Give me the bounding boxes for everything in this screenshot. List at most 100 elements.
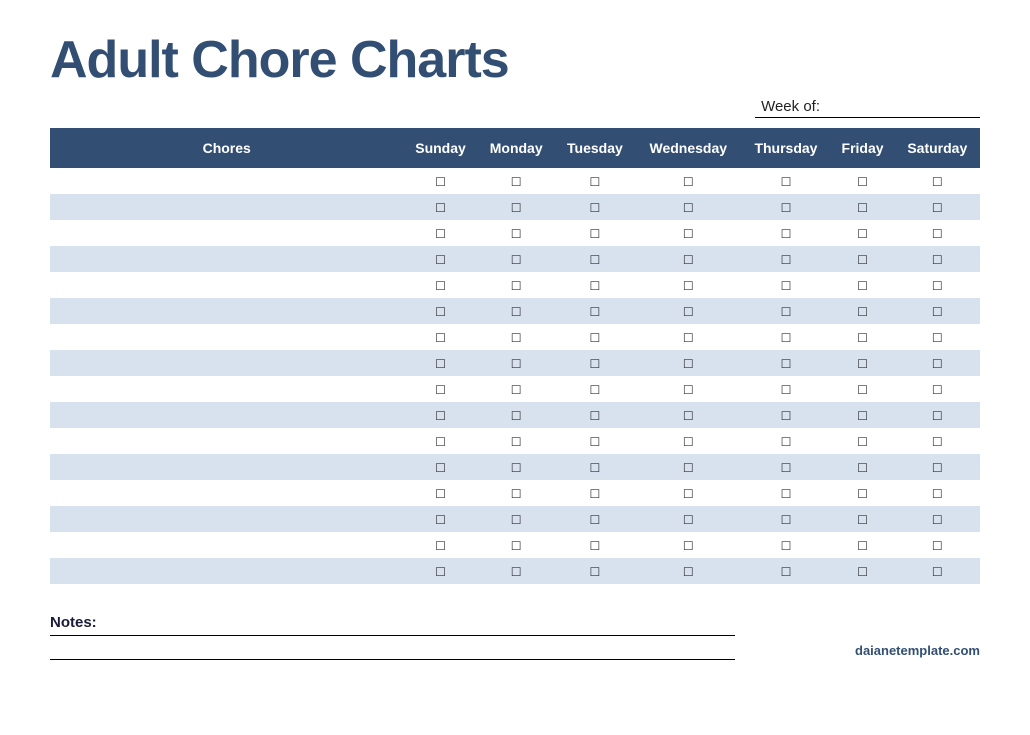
- checkbox-cell[interactable]: ☐: [741, 376, 830, 402]
- checkbox-cell[interactable]: ☐: [895, 506, 980, 532]
- checkbox-cell[interactable]: ☐: [635, 220, 741, 246]
- checkbox-cell[interactable]: ☐: [635, 350, 741, 376]
- checkbox-cell[interactable]: ☐: [635, 428, 741, 454]
- checkbox-cell[interactable]: ☐: [895, 324, 980, 350]
- checkbox-cell[interactable]: ☐: [741, 558, 830, 584]
- checkbox-cell[interactable]: ☐: [741, 272, 830, 298]
- checkbox-cell[interactable]: ☐: [478, 402, 555, 428]
- checkbox-cell[interactable]: ☐: [741, 428, 830, 454]
- checkbox-cell[interactable]: ☐: [403, 272, 477, 298]
- checkbox-cell[interactable]: ☐: [830, 324, 894, 350]
- checkbox-cell[interactable]: ☐: [741, 402, 830, 428]
- checkbox-cell[interactable]: ☐: [830, 506, 894, 532]
- chore-name-cell[interactable]: [50, 246, 403, 272]
- checkbox-cell[interactable]: ☐: [403, 376, 477, 402]
- checkbox-cell[interactable]: ☐: [895, 480, 980, 506]
- checkbox-cell[interactable]: ☐: [635, 168, 741, 194]
- checkbox-cell[interactable]: ☐: [478, 376, 555, 402]
- checkbox-cell[interactable]: ☐: [635, 272, 741, 298]
- checkbox-cell[interactable]: ☐: [478, 220, 555, 246]
- checkbox-cell[interactable]: ☐: [830, 246, 894, 272]
- checkbox-cell[interactable]: ☐: [478, 480, 555, 506]
- checkbox-cell[interactable]: ☐: [403, 454, 477, 480]
- checkbox-cell[interactable]: ☐: [478, 454, 555, 480]
- checkbox-cell[interactable]: ☐: [403, 506, 477, 532]
- checkbox-cell[interactable]: ☐: [403, 350, 477, 376]
- checkbox-cell[interactable]: ☐: [555, 428, 635, 454]
- checkbox-cell[interactable]: ☐: [895, 428, 980, 454]
- checkbox-cell[interactable]: ☐: [403, 324, 477, 350]
- checkbox-cell[interactable]: ☐: [635, 532, 741, 558]
- chore-name-cell[interactable]: [50, 402, 403, 428]
- checkbox-cell[interactable]: ☐: [895, 350, 980, 376]
- checkbox-cell[interactable]: ☐: [555, 558, 635, 584]
- checkbox-cell[interactable]: ☐: [741, 220, 830, 246]
- checkbox-cell[interactable]: ☐: [555, 402, 635, 428]
- notes-line[interactable]: [50, 636, 735, 660]
- checkbox-cell[interactable]: ☐: [478, 506, 555, 532]
- checkbox-cell[interactable]: ☐: [635, 298, 741, 324]
- checkbox-cell[interactable]: ☐: [830, 480, 894, 506]
- checkbox-cell[interactable]: ☐: [741, 298, 830, 324]
- checkbox-cell[interactable]: ☐: [895, 246, 980, 272]
- checkbox-cell[interactable]: ☐: [403, 480, 477, 506]
- checkbox-cell[interactable]: ☐: [403, 428, 477, 454]
- chore-name-cell[interactable]: [50, 506, 403, 532]
- checkbox-cell[interactable]: ☐: [830, 558, 894, 584]
- checkbox-cell[interactable]: ☐: [830, 532, 894, 558]
- chore-name-cell[interactable]: [50, 480, 403, 506]
- chore-name-cell[interactable]: [50, 350, 403, 376]
- checkbox-cell[interactable]: ☐: [741, 454, 830, 480]
- checkbox-cell[interactable]: ☐: [478, 558, 555, 584]
- checkbox-cell[interactable]: ☐: [478, 350, 555, 376]
- checkbox-cell[interactable]: ☐: [555, 194, 635, 220]
- chore-name-cell[interactable]: [50, 272, 403, 298]
- checkbox-cell[interactable]: ☐: [635, 402, 741, 428]
- checkbox-cell[interactable]: ☐: [555, 350, 635, 376]
- checkbox-cell[interactable]: ☐: [403, 558, 477, 584]
- checkbox-cell[interactable]: ☐: [555, 480, 635, 506]
- chore-name-cell[interactable]: [50, 532, 403, 558]
- checkbox-cell[interactable]: ☐: [403, 168, 477, 194]
- checkbox-cell[interactable]: ☐: [635, 376, 741, 402]
- checkbox-cell[interactable]: ☐: [635, 558, 741, 584]
- checkbox-cell[interactable]: ☐: [830, 220, 894, 246]
- chore-name-cell[interactable]: [50, 298, 403, 324]
- checkbox-cell[interactable]: ☐: [741, 194, 830, 220]
- checkbox-cell[interactable]: ☐: [895, 272, 980, 298]
- checkbox-cell[interactable]: ☐: [741, 532, 830, 558]
- checkbox-cell[interactable]: ☐: [830, 376, 894, 402]
- chore-name-cell[interactable]: [50, 428, 403, 454]
- checkbox-cell[interactable]: ☐: [403, 402, 477, 428]
- checkbox-cell[interactable]: ☐: [478, 532, 555, 558]
- checkbox-cell[interactable]: ☐: [830, 168, 894, 194]
- checkbox-cell[interactable]: ☐: [830, 454, 894, 480]
- checkbox-cell[interactable]: ☐: [478, 168, 555, 194]
- checkbox-cell[interactable]: ☐: [635, 480, 741, 506]
- checkbox-cell[interactable]: ☐: [895, 376, 980, 402]
- checkbox-cell[interactable]: ☐: [830, 298, 894, 324]
- checkbox-cell[interactable]: ☐: [403, 532, 477, 558]
- checkbox-cell[interactable]: ☐: [403, 298, 477, 324]
- checkbox-cell[interactable]: ☐: [741, 506, 830, 532]
- checkbox-cell[interactable]: ☐: [741, 168, 830, 194]
- checkbox-cell[interactable]: ☐: [635, 246, 741, 272]
- checkbox-cell[interactable]: ☐: [403, 194, 477, 220]
- checkbox-cell[interactable]: ☐: [555, 324, 635, 350]
- checkbox-cell[interactable]: ☐: [741, 350, 830, 376]
- checkbox-cell[interactable]: ☐: [741, 324, 830, 350]
- checkbox-cell[interactable]: ☐: [555, 246, 635, 272]
- checkbox-cell[interactable]: ☐: [635, 324, 741, 350]
- chore-name-cell[interactable]: [50, 454, 403, 480]
- chore-name-cell[interactable]: [50, 558, 403, 584]
- checkbox-cell[interactable]: ☐: [895, 298, 980, 324]
- checkbox-cell[interactable]: ☐: [478, 428, 555, 454]
- week-of-field[interactable]: Week of:: [755, 98, 980, 118]
- checkbox-cell[interactable]: ☐: [478, 324, 555, 350]
- checkbox-cell[interactable]: ☐: [741, 246, 830, 272]
- checkbox-cell[interactable]: ☐: [555, 454, 635, 480]
- checkbox-cell[interactable]: ☐: [895, 532, 980, 558]
- chore-name-cell[interactable]: [50, 324, 403, 350]
- checkbox-cell[interactable]: ☐: [830, 272, 894, 298]
- chore-name-cell[interactable]: [50, 220, 403, 246]
